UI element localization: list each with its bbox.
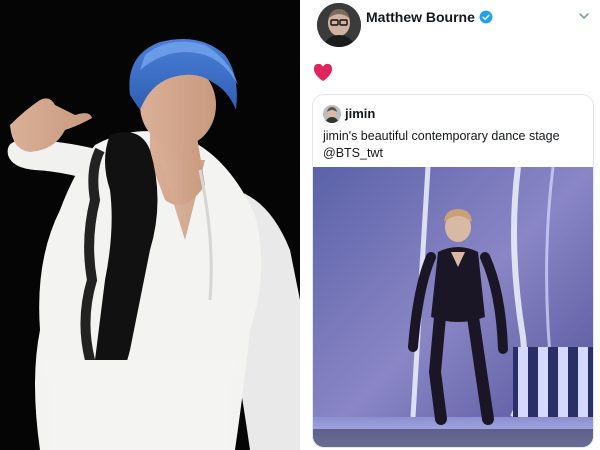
performance-photo xyxy=(0,0,300,450)
verified-badge-icon xyxy=(479,10,493,24)
quoted-tweet[interactable]: jimin jimin's beautiful contemporary dan… xyxy=(312,94,594,448)
quoted-text-line1: jimin's beautiful contemporary dance sta… xyxy=(323,129,560,143)
performance-photo-art xyxy=(0,0,300,450)
quoted-tweet-video[interactable] xyxy=(313,167,593,447)
quoted-mention-link[interactable]: @BTS_twt xyxy=(323,145,585,162)
quoted-author-avatar-image xyxy=(323,105,341,123)
tweet-card[interactable]: Matthew Bourne jimin jimin's beautiful c… xyxy=(304,0,600,450)
chevron-down-icon[interactable] xyxy=(576,8,592,24)
author-avatar[interactable] xyxy=(317,3,361,47)
heart-icon xyxy=(313,63,333,82)
author-avatar-image xyxy=(317,3,361,47)
quoted-tweet-video-frame xyxy=(313,167,593,447)
author-name[interactable]: Matthew Bourne xyxy=(366,9,475,25)
quoted-author-avatar[interactable] xyxy=(323,105,341,123)
author-name-row[interactable]: Matthew Bourne xyxy=(366,9,493,25)
quoted-author-name[interactable]: jimin xyxy=(345,106,375,121)
quoted-tweet-text: jimin's beautiful contemporary dance sta… xyxy=(323,128,585,162)
